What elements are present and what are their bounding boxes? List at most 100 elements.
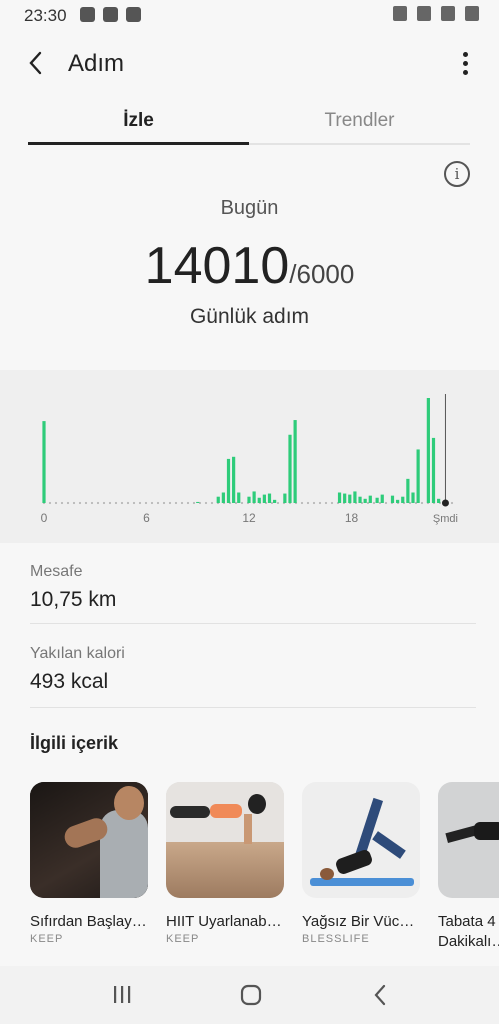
chart-bar: [416, 449, 420, 503]
card-title: Yağsız Bir Vücuda Kavu…: [302, 913, 420, 930]
baseline-dot: [192, 501, 196, 505]
baseline-dot: [240, 501, 244, 505]
page-title: Adım: [68, 50, 125, 77]
tab-trendler[interactable]: Trendler: [249, 110, 470, 132]
baseline-dot: [210, 501, 214, 505]
baseline-dot: [114, 501, 118, 505]
baseline-dot: [204, 501, 208, 505]
related-card-4[interactable]: Tabata 4 Dakikalı…: [438, 782, 499, 952]
related-card-1[interactable]: Sıfırdan Başlayarak U… KEEP: [30, 782, 148, 945]
card-thumbnail: [30, 782, 148, 898]
back-button[interactable]: [22, 48, 52, 78]
thumb-legs: [170, 806, 210, 818]
more-options-button[interactable]: [457, 50, 473, 78]
wifi-call-icon: [126, 7, 141, 22]
card-title: Sıfırdan Başlayarak U…: [30, 913, 148, 930]
chart-bar: [411, 492, 415, 503]
signal-icon: [441, 6, 455, 21]
baseline-dot: [162, 501, 166, 505]
back-arrow-icon: [29, 51, 42, 75]
baseline-dot: [60, 501, 64, 505]
baseline-dot: [102, 501, 106, 505]
chart-bar: [237, 492, 241, 503]
chart-bar: [221, 492, 225, 503]
status-right-icons: [393, 6, 479, 21]
back-nav-button[interactable]: [366, 982, 396, 1008]
related-content-title: İlgili içerik: [30, 733, 119, 753]
card-source: KEEP: [166, 933, 200, 945]
baseline-dot: [276, 501, 280, 505]
baseline-dot: [384, 501, 388, 505]
distance-value: 10,75 km: [30, 588, 117, 611]
card-source: BLESSLIFE: [302, 933, 370, 945]
chart-bar: [42, 421, 46, 503]
chart-bar: [368, 495, 372, 503]
baseline-dot: [330, 501, 334, 505]
chart-bar: [353, 491, 357, 503]
now-marker-dot: [441, 499, 449, 507]
chart-bar: [337, 492, 342, 503]
chart-bar: [252, 491, 256, 503]
related-card-3[interactable]: Yağsız Bir Vücuda Kavu… BLESSLIFE: [302, 782, 420, 945]
card-thumbnail: [438, 782, 499, 898]
baseline-dot: [372, 501, 376, 505]
baseline-dot: [54, 501, 58, 505]
status-bar: 23:30: [0, 0, 499, 30]
divider: [30, 623, 476, 624]
chart-bar: [358, 496, 362, 503]
more-icon-dot: [463, 61, 468, 66]
chart-bar: [437, 498, 441, 503]
baseline-dot: [48, 501, 52, 505]
baseline-dot: [138, 501, 142, 505]
thumb-head: [248, 794, 266, 814]
baseline-dot: [168, 501, 172, 505]
baseline-dot: [150, 501, 154, 505]
related-card-2[interactable]: HIIT Uyarlanabilir … KEEP: [166, 782, 284, 945]
distance-label: Mesafe: [30, 563, 83, 580]
thumb-top: [210, 804, 242, 818]
back-nav-icon: [374, 984, 386, 1006]
calories-label: Yakılan kalori: [30, 645, 125, 662]
baseline-dot: [180, 501, 184, 505]
active-tab-indicator: [28, 142, 249, 145]
chart-bar: [262, 494, 266, 503]
chart-bar: [216, 496, 220, 503]
chart-bar: [406, 478, 410, 503]
today-label: Bugün: [220, 197, 279, 219]
baseline-dot: [156, 501, 160, 505]
tab-izle[interactable]: İzle: [28, 110, 249, 132]
more-icon-dot: [463, 70, 468, 75]
baseline-dot: [108, 501, 112, 505]
x-tick-label: Şmdi: [433, 513, 458, 525]
baseline-dot: [324, 501, 328, 505]
thumb-arm: [244, 814, 252, 844]
hourly-steps-chart[interactable]: 0 6 12 18 Şmdi: [0, 370, 499, 543]
recent-apps-button[interactable]: [108, 982, 138, 1008]
chart-bar: [375, 497, 379, 503]
system-nav-bar: [0, 966, 499, 1024]
info-icon[interactable]: i: [444, 161, 470, 187]
tab-divider: [249, 143, 470, 145]
calories-value: 493 kcal: [30, 670, 109, 693]
chart-bar: [283, 493, 287, 503]
chart-canvas: 0 6 12 18 Şmdi: [41, 394, 458, 525]
more-icon: [463, 52, 468, 57]
chart-bar: [257, 497, 261, 503]
recent-apps-icon: [114, 986, 131, 1003]
thumb-body: [474, 822, 499, 840]
baseline-dot: [132, 501, 136, 505]
battery-icon: [465, 6, 479, 21]
baseline-dot: [120, 501, 124, 505]
baseline-dot: [78, 501, 82, 505]
chart-bar: [380, 494, 384, 503]
baseline-dot: [312, 501, 316, 505]
home-button[interactable]: [236, 982, 266, 1008]
baseline-dot: [84, 501, 88, 505]
baseline-dot: [234, 501, 238, 505]
status-left-icons: [80, 7, 141, 22]
step-count: 14010/6000: [0, 236, 499, 296]
thumb-head: [320, 868, 334, 880]
app-bar: Adım: [0, 30, 499, 100]
chart-bar: [401, 496, 405, 503]
chart-bar: [293, 420, 297, 503]
